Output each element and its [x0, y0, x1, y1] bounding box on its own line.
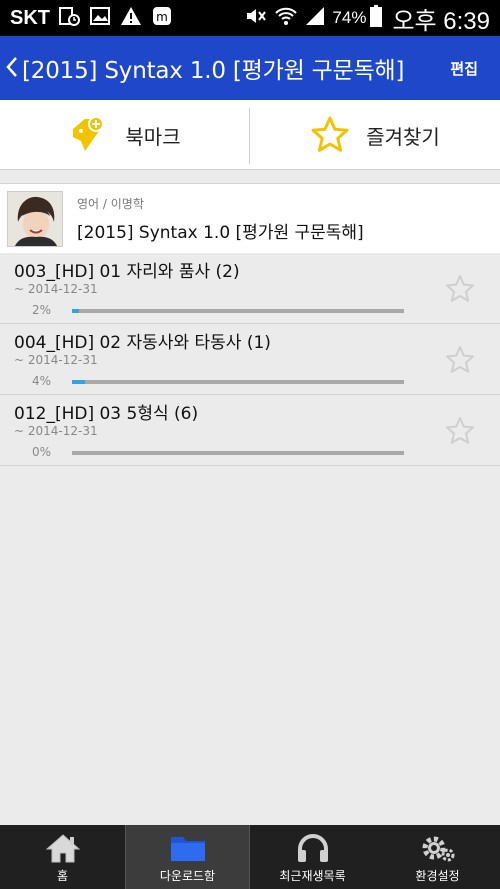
carrier-label: SKT	[10, 6, 50, 29]
bookmark-button[interactable]: 북마크	[0, 100, 250, 170]
usb-debug-icon	[58, 5, 80, 32]
image-icon	[90, 6, 110, 31]
progress-bar	[72, 451, 404, 455]
list-item[interactable]: 012_[HD] 03 5형식 (6) ~ 2014-12-31 0%	[0, 395, 500, 466]
nav-settings-label: 환경설정	[415, 869, 460, 883]
home-icon	[45, 834, 80, 863]
lecture-date: ~ 2014-12-31	[14, 353, 98, 367]
nav-recent[interactable]: 최근재생목록	[250, 825, 375, 889]
wifi-icon	[274, 6, 298, 31]
nav-downloads[interactable]: 다운로드함	[125, 825, 250, 889]
lecture-title: 003_[HD] 01 자리와 품사 (2)	[14, 262, 240, 282]
progress-bar	[72, 380, 404, 384]
star-outline-icon	[311, 116, 349, 152]
messenger-icon: m	[152, 6, 172, 31]
mute-icon	[244, 6, 268, 31]
list-item[interactable]: 003_[HD] 01 자리와 품사 (2) ~ 2014-12-31 2%	[0, 253, 500, 324]
page-title: [2015] Syntax 1.0 [평가원 구문독해]	[22, 58, 405, 84]
gear-icon	[422, 836, 454, 862]
favorite-star-icon[interactable]	[444, 344, 476, 376]
bookmark-add-icon	[73, 116, 105, 151]
battery-icon	[370, 4, 383, 32]
headphones-icon	[297, 834, 328, 862]
nav-home-label: 홈	[56, 869, 69, 883]
edit-button[interactable]: 편집	[450, 58, 478, 79]
course-title: [2015] Syntax 1.0 [평가원 구문독해]	[77, 222, 364, 243]
nav-settings[interactable]: 환경설정	[375, 825, 500, 889]
progress-label: 4%	[32, 374, 52, 388]
action-divider	[249, 108, 250, 164]
progress-fill	[72, 380, 86, 384]
progress-fill	[72, 309, 79, 313]
bottom-nav: 홈 다운로드함 최근재생목록 환경설정	[0, 825, 500, 889]
lecture-title: 012_[HD] 03 5형식 (6)	[14, 404, 199, 424]
lecture-list: 003_[HD] 01 자리와 품사 (2) ~ 2014-12-31 2% 0…	[0, 253, 500, 466]
progress-bar	[72, 309, 404, 313]
bookmark-label: 북마크	[125, 124, 181, 149]
status-clock: 오후 6:39	[392, 7, 490, 35]
lecture-title: 004_[HD] 02 자동사와 타동사 (1)	[14, 333, 271, 353]
list-item[interactable]: 004_[HD] 02 자동사와 타동사 (1) ~ 2014-12-31 4%	[0, 324, 500, 395]
chevron-left-icon	[6, 56, 17, 77]
course-subtitle: 영어 / 이명학	[77, 196, 144, 211]
favorites-button[interactable]: 즐겨찾기	[250, 100, 500, 170]
favorite-star-icon[interactable]	[444, 415, 476, 447]
svg-text:m: m	[156, 10, 168, 24]
progress-label: 2%	[32, 303, 52, 317]
nav-home[interactable]: 홈	[0, 825, 125, 889]
action-bar: 북마크 즐겨찾기	[0, 100, 500, 170]
nav-recent-label: 최근재생목록	[279, 869, 346, 883]
favorites-label: 즐겨찾기	[366, 124, 440, 149]
lecture-date: ~ 2014-12-31	[14, 424, 98, 438]
back-button[interactable]	[2, 52, 22, 85]
nav-downloads-label: 다운로드함	[159, 869, 216, 883]
signal-icon	[304, 6, 326, 31]
favorite-star-icon[interactable]	[444, 273, 476, 305]
lecture-date: ~ 2014-12-31	[14, 282, 98, 296]
battery-percent: 74%	[332, 8, 367, 27]
warning-icon	[120, 6, 142, 31]
folder-icon	[170, 837, 205, 861]
status-bar: SKT m 74% 오후 6:39	[0, 0, 500, 36]
progress-label: 0%	[32, 445, 52, 459]
teacher-avatar	[7, 190, 63, 247]
course-header: 영어 / 이명학 [2015] Syntax 1.0 [평가원 구문독해]	[0, 183, 500, 253]
title-bar: [2015] Syntax 1.0 [평가원 구문독해] 편집	[0, 36, 500, 100]
